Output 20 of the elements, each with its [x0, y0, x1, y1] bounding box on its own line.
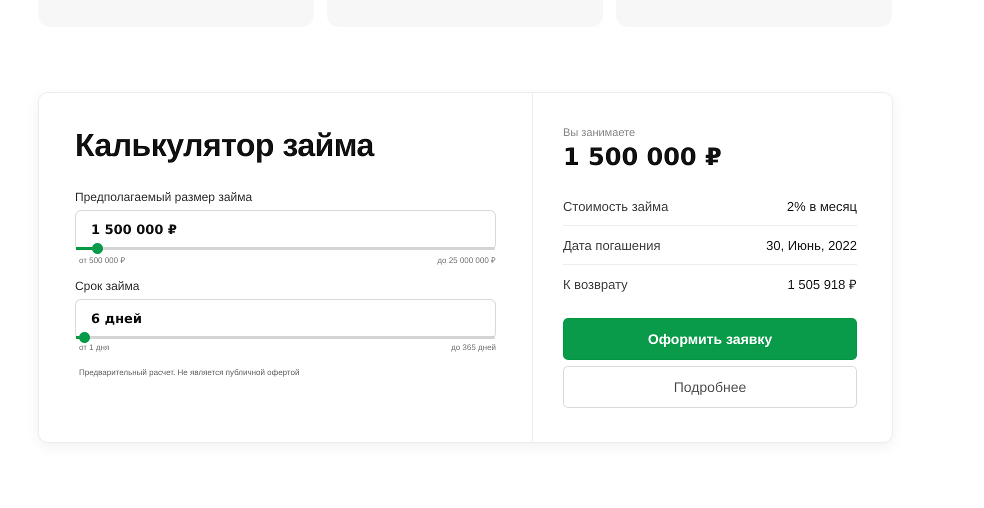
apply-button[interactable]: Оформить заявку — [563, 318, 857, 360]
row-label: К возврату — [563, 276, 628, 292]
details-button[interactable]: Подробнее — [563, 366, 857, 408]
slider-thumb[interactable] — [79, 332, 90, 343]
row-label: Стоимость займа — [563, 198, 668, 214]
max-label: до 365 дней — [451, 343, 496, 352]
amount-caption: Вы занимаете — [563, 127, 636, 139]
field-label: Предполагаемый размер займа — [75, 190, 254, 204]
disclaimer-text: Предварительный расчет. Не является публичной офертой — [79, 368, 300, 377]
row-value: 1 505 918 ₽ — [788, 276, 857, 293]
min-label: от 1 дня — [79, 343, 110, 352]
min-label: от 500 000 ₽ — [79, 255, 126, 265]
max-label: до 25 000 000 ₽ — [437, 255, 496, 265]
slider-thumb[interactable] — [92, 243, 103, 254]
loan-amount: 1 500 000 ₽ — [563, 143, 723, 171]
row-value: 30, Июнь, 2022 — [766, 238, 857, 252]
row-value: 2% в месяц — [786, 198, 857, 214]
field-label: Срок займа — [75, 279, 140, 293]
calculator-title: Калькулятор займа — [75, 127, 376, 164]
row-label: Дата погашения — [563, 238, 660, 252]
